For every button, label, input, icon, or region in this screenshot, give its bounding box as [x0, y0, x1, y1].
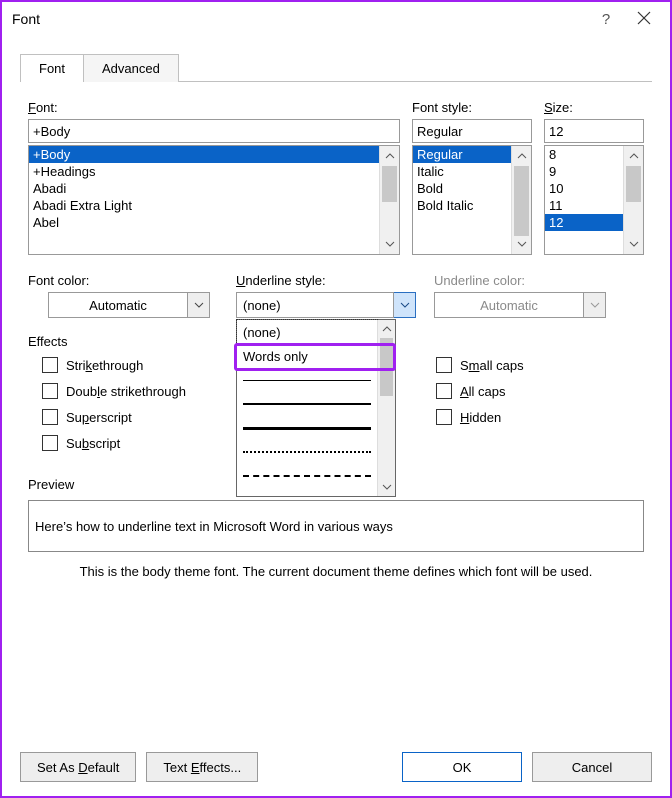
underline-option-solid-thick[interactable]	[237, 416, 377, 440]
chevron-up-icon[interactable]	[512, 146, 531, 166]
size-input[interactable]	[544, 119, 644, 143]
close-button[interactable]	[624, 11, 664, 28]
list-item[interactable]: +Body	[29, 146, 379, 163]
scrollbar[interactable]	[511, 146, 531, 254]
close-icon	[637, 11, 651, 25]
list-item[interactable]: Abadi	[29, 180, 379, 197]
chevron-down-icon[interactable]	[624, 234, 643, 254]
tab-advanced[interactable]: Advanced	[83, 54, 179, 82]
list-item[interactable]: 11	[545, 197, 623, 214]
check-subscript[interactable]: Subscript	[42, 435, 186, 451]
chevron-down-icon[interactable]	[380, 234, 399, 254]
underline-style-dropdown[interactable]: (none) Words only	[236, 319, 396, 497]
list-item[interactable]: Abadi Extra Light	[29, 197, 379, 214]
check-hidden[interactable]: Hidden	[436, 409, 524, 425]
underline-style-value: (none)	[243, 298, 281, 313]
chevron-down-icon[interactable]	[512, 234, 531, 254]
tab-advanced-label: Advanced	[102, 61, 160, 76]
font-style-input[interactable]	[412, 119, 532, 143]
size-listbox[interactable]: 8 9 10 11 12	[544, 145, 644, 255]
underline-color-select: Automatic	[434, 292, 624, 318]
list-item[interactable]: Bold	[413, 180, 511, 197]
font-style-label: Font style:	[412, 100, 532, 115]
window-title: Font	[8, 11, 40, 27]
underline-option-words-only[interactable]: Words only	[237, 344, 377, 368]
ok-button[interactable]: OK	[402, 752, 522, 782]
scrollbar-thumb[interactable]	[380, 338, 393, 396]
list-item[interactable]: Italic	[413, 163, 511, 180]
tab-font[interactable]: Font	[20, 54, 84, 82]
set-default-button[interactable]: Set As Default	[20, 752, 136, 782]
size-label: Size:	[544, 100, 644, 115]
list-item[interactable]: +Headings	[29, 163, 379, 180]
scrollbar[interactable]	[377, 320, 395, 496]
check-strikethrough[interactable]: Strikethrough	[42, 357, 186, 373]
font-listbox[interactable]: +Body +Headings Abadi Abadi Extra Light …	[28, 145, 400, 255]
preview-box: Here’s how to underline text in Microsof…	[28, 500, 644, 552]
list-item[interactable]: 8	[545, 146, 623, 163]
scrollbar[interactable]	[623, 146, 643, 254]
list-item[interactable]: 9	[545, 163, 623, 180]
underline-style-select[interactable]: (none)	[236, 292, 416, 318]
check-all-caps[interactable]: All caps	[436, 383, 524, 399]
list-item[interactable]: Abel	[29, 214, 379, 231]
underline-option-dotted[interactable]	[237, 440, 377, 464]
dialog-footer: Set As Default Text Effects... OK Cancel	[20, 752, 652, 782]
scrollbar-thumb[interactable]	[382, 166, 397, 202]
underline-style-label: Underline style:	[236, 273, 416, 288]
scrollbar[interactable]	[379, 146, 399, 254]
font-label: Font:	[28, 100, 400, 115]
tab-strip: Font Advanced	[20, 52, 652, 82]
chevron-down-icon[interactable]	[378, 478, 395, 496]
chevron-down-icon[interactable]	[394, 292, 416, 318]
chevron-down-icon[interactable]	[188, 292, 210, 318]
cancel-button[interactable]: Cancel	[532, 752, 652, 782]
underline-color-value: Automatic	[480, 298, 538, 313]
underline-option-none[interactable]: (none)	[237, 320, 377, 344]
preview-text: Here’s how to underline text in Microsof…	[35, 519, 393, 534]
underline-option-solid-thin[interactable]	[237, 368, 377, 392]
help-button[interactable]: ?	[588, 11, 624, 28]
preview-note: This is the body theme font. The current…	[28, 564, 644, 579]
font-style-listbox[interactable]: Regular Italic Bold Bold Italic	[412, 145, 532, 255]
chevron-up-icon[interactable]	[624, 146, 643, 166]
scrollbar-thumb[interactable]	[514, 166, 529, 236]
chevron-up-icon[interactable]	[380, 146, 399, 166]
title-bar: Font ?	[2, 2, 670, 36]
list-item[interactable]: Bold Italic	[413, 197, 511, 214]
check-small-caps[interactable]: Small caps	[436, 357, 524, 373]
font-input[interactable]	[28, 119, 400, 143]
text-effects-button[interactable]: Text Effects...	[146, 752, 258, 782]
check-double-strikethrough[interactable]: Double strikethrough	[42, 383, 186, 399]
check-superscript[interactable]: Superscript	[42, 409, 186, 425]
font-color-value: Automatic	[89, 298, 147, 313]
underline-option-solid-med[interactable]	[237, 392, 377, 416]
chevron-down-icon	[584, 292, 606, 318]
underline-option-dashed[interactable]	[237, 464, 377, 488]
chevron-up-icon[interactable]	[378, 320, 395, 338]
font-color-label: Font color:	[28, 273, 218, 288]
font-color-select[interactable]: Automatic	[48, 292, 218, 318]
list-item[interactable]: 10	[545, 180, 623, 197]
tab-font-label: Font	[39, 61, 65, 76]
underline-color-label: Underline color:	[434, 273, 624, 288]
list-item[interactable]: 12	[545, 214, 623, 231]
list-item[interactable]: Regular	[413, 146, 511, 163]
scrollbar-thumb[interactable]	[626, 166, 641, 202]
